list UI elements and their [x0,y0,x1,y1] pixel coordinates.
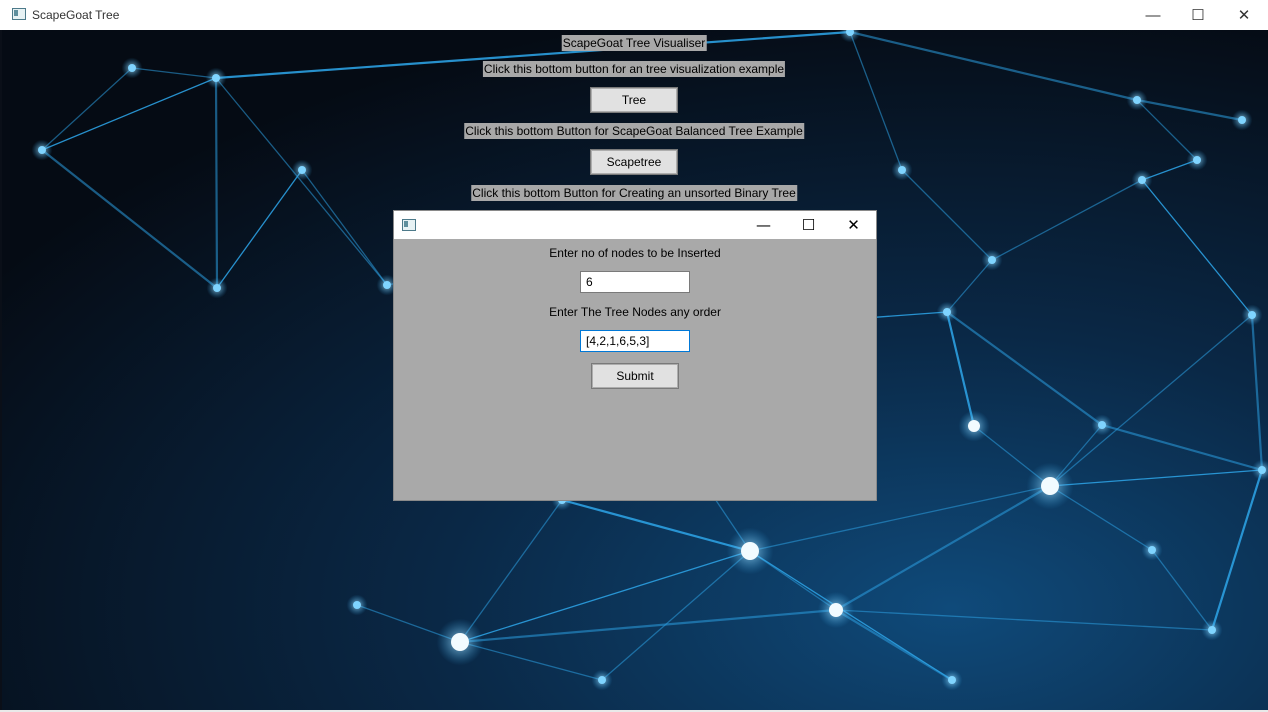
network-node [968,420,980,432]
network-node [741,542,759,560]
dialog-close-icon[interactable]: ✕ [831,211,876,239]
window-title: ScapeGoat Tree [32,8,120,22]
network-node [1041,477,1059,495]
network-node [383,281,391,289]
minimize-icon[interactable]: — [1130,0,1176,30]
network-node [943,308,951,316]
network-node [1258,466,1266,474]
nodes-order-label: Enter The Tree Nodes any order [549,305,721,319]
app-heading: ScapeGoat Tree Visualiser [561,35,707,51]
dialog-window-icon [402,219,416,231]
dialog-minimize-icon[interactable]: — [741,211,786,239]
submit-button[interactable]: Submit [591,363,679,389]
network-node [829,603,843,617]
network-node [353,601,361,609]
network-node [1208,626,1216,634]
close-icon[interactable]: ✕ [1221,0,1267,30]
nodes-count-input[interactable] [580,271,690,293]
input-dialog: — ☐ ✕ Enter no of nodes to be Inserted E… [393,210,877,501]
scapetree-button[interactable]: Scapetree [590,149,678,175]
app-window-icon [12,8,26,20]
network-node [1133,96,1141,104]
network-node [598,676,606,684]
network-node [948,676,956,684]
dialog-maximize-icon[interactable]: ☐ [786,211,831,239]
network-node [1138,176,1146,184]
nodes-count-label: Enter no of nodes to be Inserted [549,246,721,260]
network-node [1098,421,1106,429]
maximize-icon[interactable]: ☐ [1175,0,1221,30]
network-line [214,76,219,290]
network-node [213,284,221,292]
scapetree-prompt-label: Click this bottom Button for ScapeGoat B… [464,123,804,139]
dialog-titlebar[interactable]: — ☐ ✕ [394,211,876,239]
network-node [1193,156,1201,164]
network-node [128,64,136,72]
network-node [898,166,906,174]
tree-button[interactable]: Tree [590,87,678,113]
network-node [1238,116,1246,124]
network-node [298,166,306,174]
network-node [451,633,469,651]
network-node [1248,311,1256,319]
main-titlebar[interactable]: ScapeGoat Tree — ☐ ✕ [0,0,1268,30]
nodes-order-input[interactable] [580,330,690,352]
network-node [988,256,996,264]
network-node [38,146,46,154]
tree-prompt-label: Click this bottom button for an tree vis… [482,61,786,77]
network-node [212,74,220,82]
network-node [1148,546,1156,554]
binary-tree-prompt-label: Click this bottom Button for Creating an… [471,185,797,201]
